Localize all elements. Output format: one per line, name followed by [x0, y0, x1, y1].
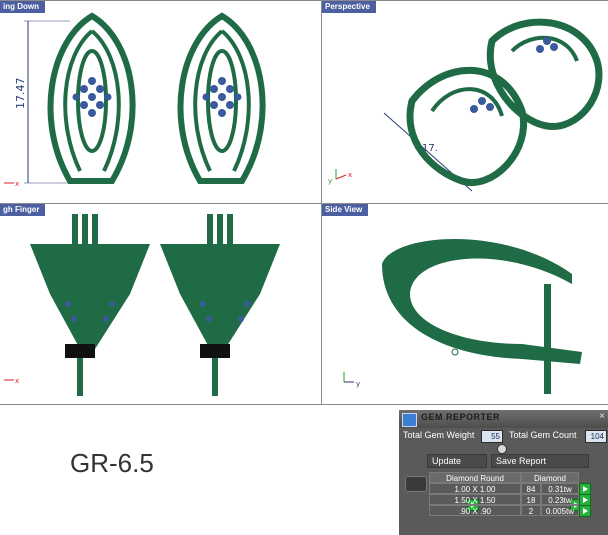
- row-weight: 0.005tw: [541, 505, 579, 516]
- gem-table-header: Diamond Round Diamond: [429, 472, 579, 483]
- gem-reporter-panel: GEM REPORTER × Total Gem Weight 55 Total…: [399, 410, 608, 535]
- row-size: 1.50 X 1.50: [429, 494, 521, 505]
- gem-reporter-logo-icon: [402, 413, 417, 427]
- table-row: .90 X .90 2 0.005tw: [429, 505, 607, 517]
- row-weight: 0.31tw: [541, 483, 579, 494]
- header-material: Diamond: [521, 472, 579, 483]
- save-report-button-label: Save Report: [496, 456, 547, 466]
- viewport-side-view[interactable]: Side View y: [321, 203, 608, 405]
- total-gem-weight-label: Total Gem Weight: [403, 430, 475, 440]
- gem-reporter-title: GEM REPORTER: [421, 412, 501, 422]
- table-row: 1.50 X 1.50 18 0.23tw: [429, 494, 607, 506]
- row-select-icon[interactable]: [579, 505, 591, 517]
- svg-text:y: y: [328, 177, 332, 185]
- row-count: 84: [521, 483, 541, 494]
- table-row: 1.00 X 1.00 84 0.31tw: [429, 483, 607, 495]
- earring-side-render: y: [343, 239, 582, 394]
- svg-text:x: x: [15, 180, 19, 188]
- viewport-through-finger[interactable]: gh Finger x: [0, 203, 323, 405]
- earring-through-finger-render: x: [4, 214, 280, 396]
- update-button[interactable]: Update: [427, 454, 487, 468]
- total-gem-count-value: 104: [585, 430, 607, 443]
- total-gem-count-label: Total Gem Count: [509, 430, 577, 440]
- viewport-front[interactable]: ing Down 17.47 x: [0, 0, 323, 204]
- earring-tf-right: [160, 214, 280, 396]
- earring-perspective-right: [486, 18, 603, 130]
- row-weight: 0.23tw: [541, 494, 579, 505]
- row-size: .90 X .90: [429, 505, 521, 516]
- earring-perspective-left: [406, 66, 527, 186]
- row-count: 18: [521, 494, 541, 505]
- diamond-shape-icon: [405, 476, 427, 492]
- earring-perspective-render: 17. y x: [328, 18, 603, 192]
- svg-text:x: x: [15, 377, 19, 385]
- dimension-label: 17.47: [14, 78, 27, 110]
- header-shape-size: Diamond Round: [429, 472, 521, 483]
- save-report-button[interactable]: Save Report: [491, 454, 589, 468]
- total-gem-weight-value: 55: [481, 430, 503, 443]
- update-button-label: Update: [432, 456, 462, 466]
- collapse-toggle-button[interactable]: [497, 444, 507, 454]
- svg-text:y: y: [356, 380, 360, 388]
- svg-text:x: x: [348, 171, 352, 179]
- row-size: 1.00 X 1.00: [429, 483, 521, 494]
- viewport-perspective[interactable]: Perspective 17. y x: [321, 0, 608, 204]
- product-code: GR-6.5: [70, 448, 154, 478]
- earring-tf-left: [30, 214, 150, 396]
- earring-front-render: 17.47 x: [4, 12, 266, 188]
- gem-reporter-titlebar[interactable]: GEM REPORTER ×: [399, 410, 608, 428]
- row-count: 2: [521, 505, 541, 516]
- close-icon[interactable]: ×: [599, 411, 605, 422]
